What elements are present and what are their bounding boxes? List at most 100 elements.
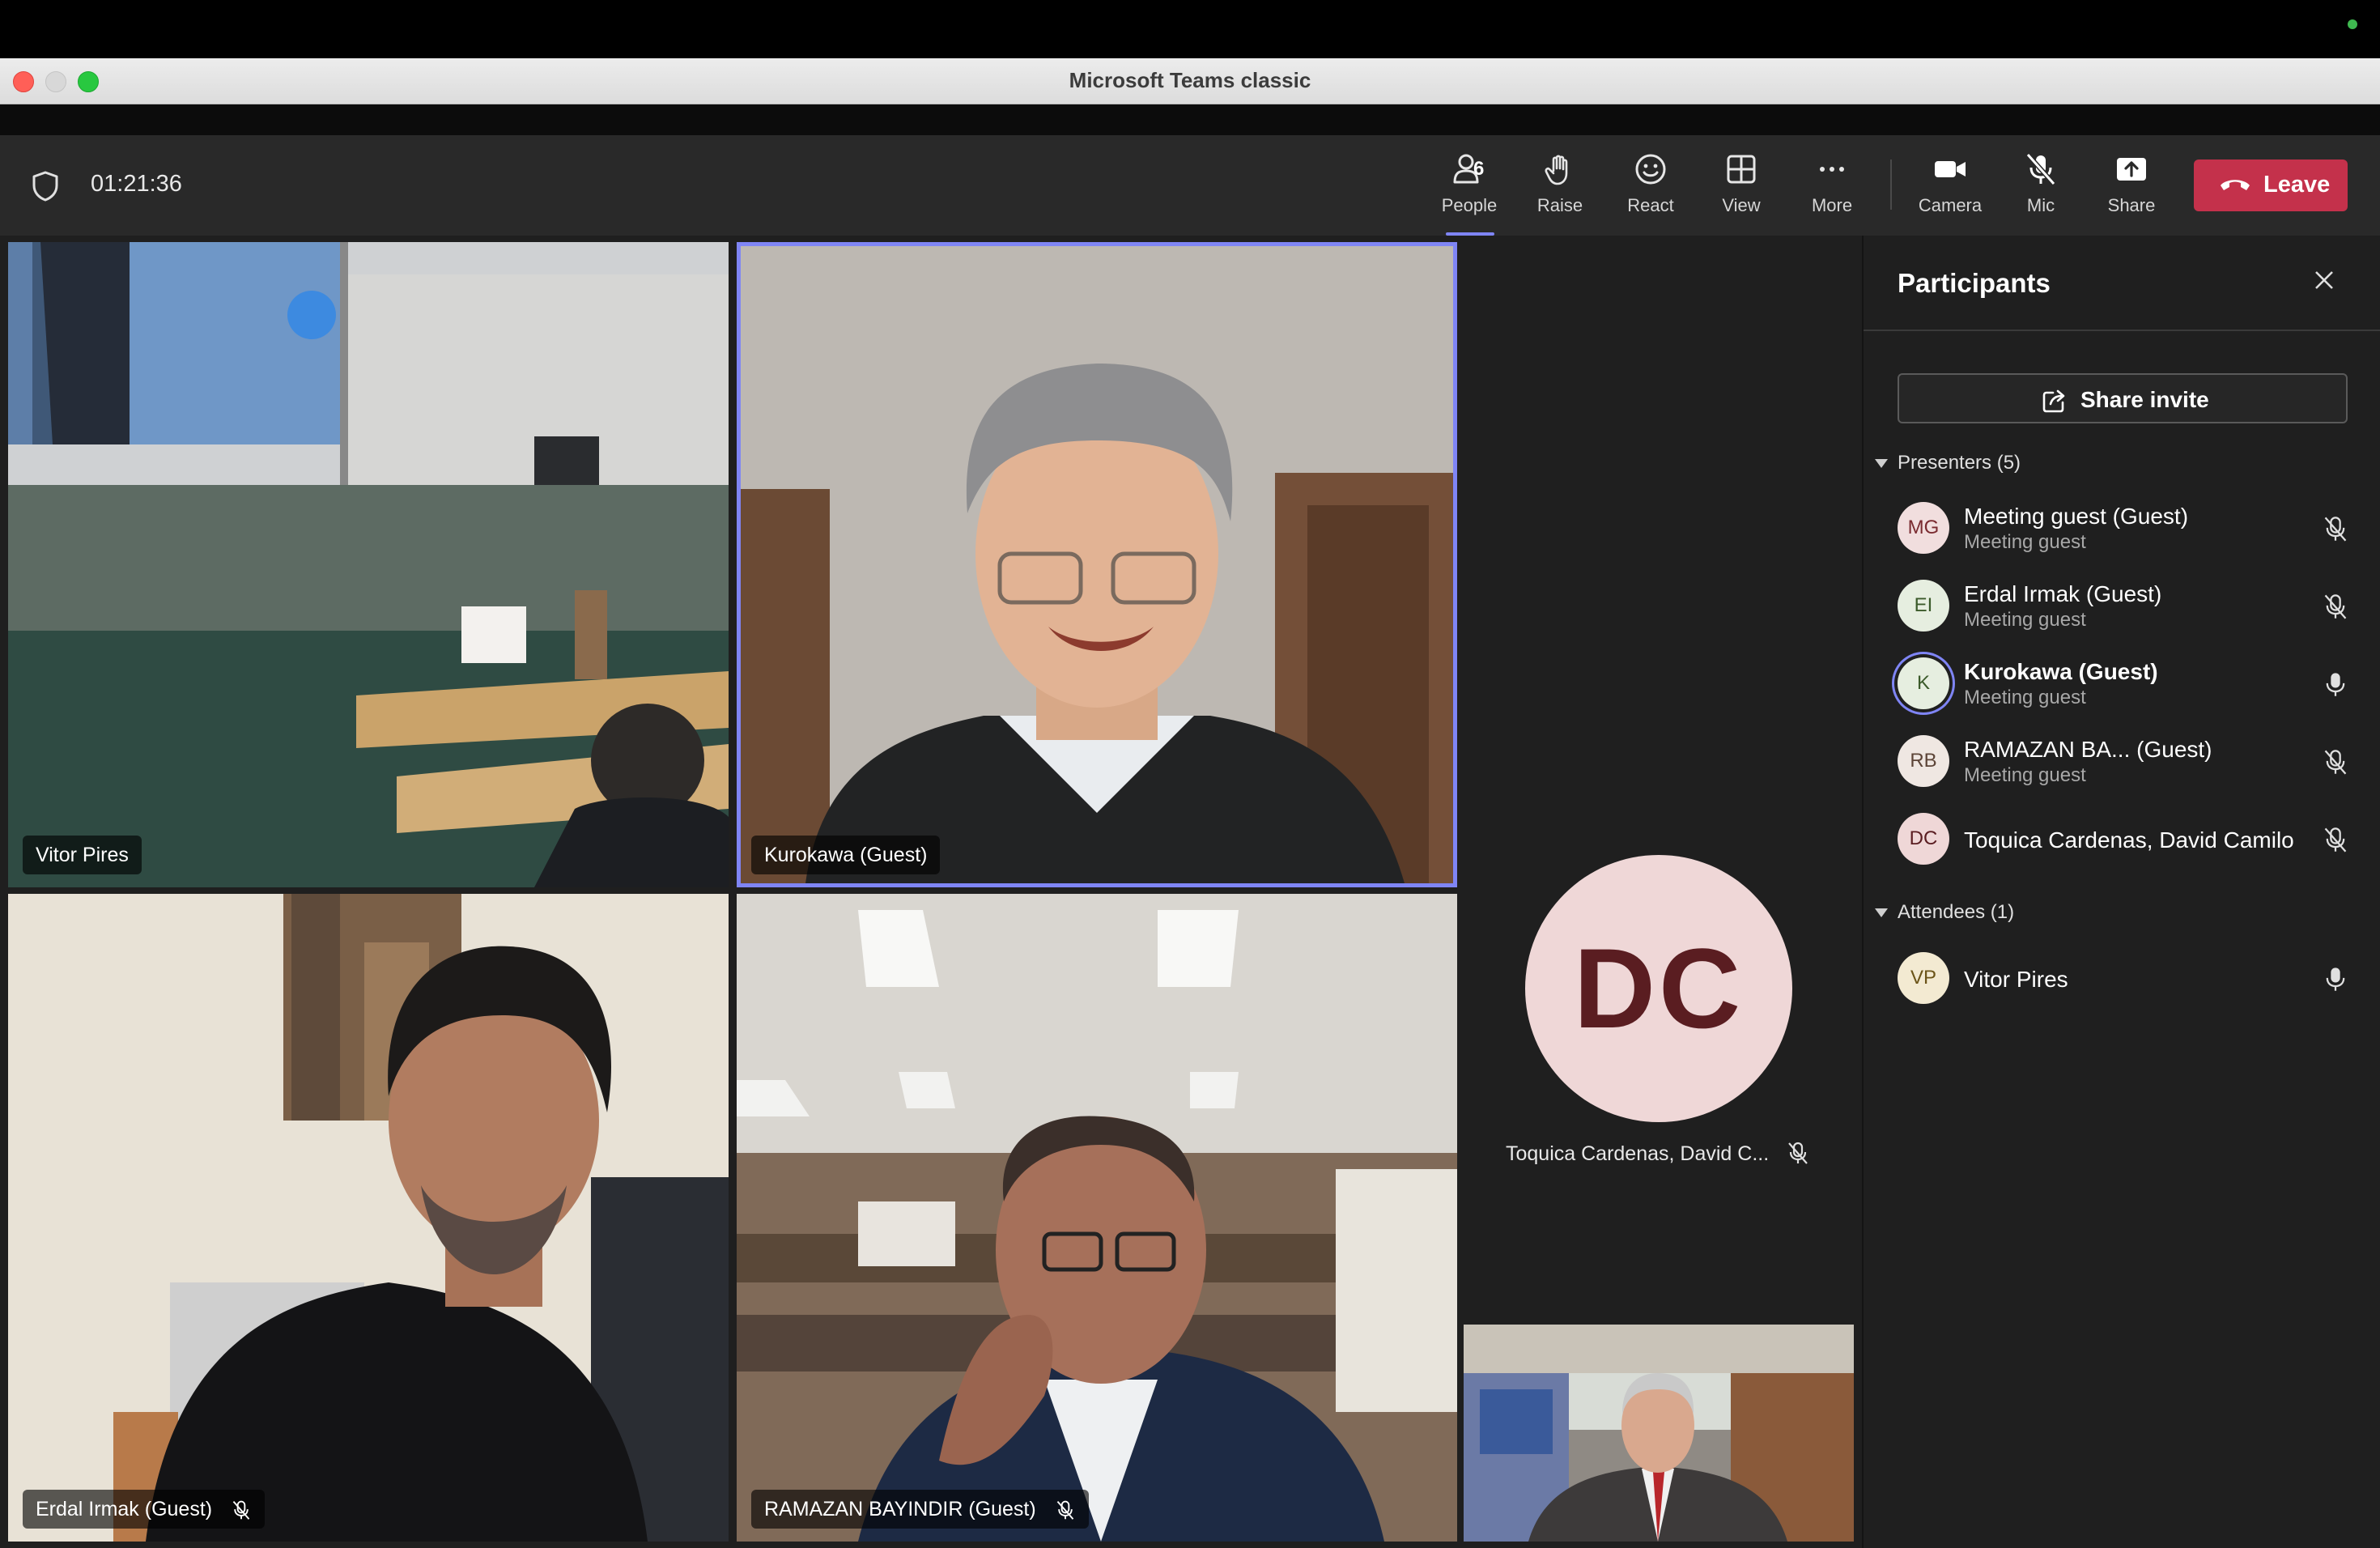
participant-name: Toquica Cardenas, David C... xyxy=(1506,1142,1770,1165)
participant-row-role: Meeting guest xyxy=(1964,609,2086,631)
participants-panel: Participants Share invite Presenters (5)… xyxy=(1862,236,2380,1548)
participant-name: RAMAZAN BAYINDIR (Guest) xyxy=(764,1498,1036,1520)
participant-row[interactable]: MG Meeting guest (Guest) Meeting guest xyxy=(1864,494,2380,567)
lecture-hall-video-frame xyxy=(737,894,1457,1542)
participant-mic-status xyxy=(2322,515,2349,546)
attendees-section-toggle[interactable]: Attendees (1) xyxy=(1875,901,2014,924)
avatar-dc-large[interactable]: DC xyxy=(1525,855,1792,1122)
share-external-icon xyxy=(2042,389,2065,413)
hand-icon xyxy=(1545,155,1568,185)
participant-row-name: Kurokawa (Guest) xyxy=(1964,659,2158,684)
participant-row[interactable]: DC Toquica Cardenas, David Camilo xyxy=(1864,805,2380,878)
video-tile-erdal[interactable]: Erdal Irmak (Guest) xyxy=(8,894,729,1542)
participant-row-name: Erdal Irmak (Guest) xyxy=(1964,581,2162,606)
mic-off-icon xyxy=(2025,153,2056,185)
avatar: EI xyxy=(1898,580,1949,632)
participant-nametag: RAMAZAN BAYINDIR (Guest) xyxy=(751,1490,1089,1529)
shield-icon[interactable] xyxy=(31,170,60,202)
participant-row-role: Meeting guest xyxy=(1964,531,2086,553)
mic-off-icon xyxy=(2324,750,2347,775)
raise-hand-button[interactable]: Raise xyxy=(1515,151,1604,224)
share-invite-label: Share invite xyxy=(2080,387,2209,412)
participant-row[interactable]: K Kurokawa (Guest) Meeting guest xyxy=(1864,649,2380,722)
presenters-section-toggle[interactable]: Presenters (5) xyxy=(1875,452,2021,474)
participant-mic-status xyxy=(2322,593,2349,624)
window-titlebar: Microsoft Teams classic xyxy=(0,58,2380,104)
people-button[interactable]: 6 People xyxy=(1425,151,1514,236)
mic-icon xyxy=(2326,968,2345,991)
participant-row-role: Meeting guest xyxy=(1964,764,2086,786)
participant-row-name: Vitor Pires xyxy=(1964,967,2068,992)
avatar: MG xyxy=(1898,502,1949,554)
panel-divider xyxy=(1864,330,2380,331)
video-tile-vitor[interactable]: Vitor Pires xyxy=(8,242,729,887)
video-tile-ramazan[interactable]: RAMAZAN BAYINDIR (Guest) xyxy=(737,894,1457,1542)
avatar: RB xyxy=(1898,735,1949,787)
participant-name: Erdal Irmak (Guest) xyxy=(36,1498,213,1520)
video-tile-kurokawa[interactable]: Kurokawa (Guest) xyxy=(737,242,1457,887)
meeting-timer: 01:21:36 xyxy=(91,171,182,197)
emoji-icon xyxy=(1635,154,1666,185)
mic-icon xyxy=(2326,673,2345,696)
phone-hangup-icon xyxy=(2221,180,2250,190)
people-count: 6 xyxy=(1473,158,1485,180)
participant-mic-status xyxy=(2322,670,2349,702)
share-invite-button[interactable]: Share invite xyxy=(1898,373,2348,423)
participant-mic-status xyxy=(2322,826,2349,857)
participant-row[interactable]: EI Erdal Irmak (Guest) Meeting guest xyxy=(1864,572,2380,644)
participant-mic-status xyxy=(2322,748,2349,780)
video-stage: Vitor Pires Kurokawa (Guest) DC Toquica … xyxy=(0,236,1864,1548)
more-button[interactable]: More xyxy=(1787,151,1876,224)
participant-nametag: Erdal Irmak (Guest) xyxy=(23,1490,266,1529)
more-label: More xyxy=(1811,195,1853,215)
close-icon[interactable] xyxy=(2312,268,2336,292)
participant-row-role: Meeting guest xyxy=(1964,687,2086,708)
system-menubar xyxy=(0,0,2380,58)
participant-row[interactable]: RB RAMAZAN BA... (Guest) Meeting guest xyxy=(1864,727,2380,800)
speaker-video-frame xyxy=(741,246,1453,883)
view-button[interactable]: View xyxy=(1697,151,1786,224)
raise-label: Raise xyxy=(1536,195,1583,215)
leave-button[interactable]: Leave xyxy=(2194,159,2348,211)
meeting-toolbar: 01:21:36 6 People Raise React View More … xyxy=(0,135,2380,236)
people-label: People xyxy=(1441,195,1498,215)
participant-row[interactable]: VP Vitor Pires xyxy=(1864,944,2380,1017)
participant-row-name: Meeting guest (Guest) xyxy=(1964,504,2189,529)
mic-off-icon xyxy=(2324,517,2347,542)
mic-button[interactable]: Mic xyxy=(1996,151,2085,224)
toolbar-separator xyxy=(1890,159,1892,210)
window-top-strip xyxy=(0,104,2380,135)
chevron-down-icon xyxy=(1875,908,1888,918)
grid-view-icon xyxy=(1727,155,1756,184)
mic-off-icon xyxy=(1788,1142,1808,1164)
react-label: React xyxy=(1627,195,1674,215)
self-video-preview[interactable] xyxy=(1464,1325,1854,1542)
participant-mic-status xyxy=(2322,965,2349,997)
participant-row-name: RAMAZAN BA... (Guest) xyxy=(1964,737,2212,762)
classroom-video-frame xyxy=(8,242,729,887)
attendees-label: Attendees (1) xyxy=(1898,901,2015,923)
react-button[interactable]: React xyxy=(1606,151,1695,224)
avatar: VP xyxy=(1898,952,1949,1004)
camera-button[interactable]: Camera xyxy=(1906,151,1995,224)
mic-off-icon xyxy=(1056,1501,1073,1520)
mic-label: Mic xyxy=(2026,195,2055,215)
participant-name: Kurokawa (Guest) xyxy=(764,844,928,866)
guest-video-frame xyxy=(8,894,729,1542)
leave-label: Leave xyxy=(2263,172,2331,198)
share-tray-icon xyxy=(2117,158,2146,181)
view-label: View xyxy=(1722,195,1761,215)
mic-off-icon xyxy=(2324,594,2347,619)
share-label: Share xyxy=(2107,195,2156,215)
mic-off-icon xyxy=(232,1501,250,1520)
camera-label: Camera xyxy=(1918,195,1983,215)
share-button[interactable]: Share xyxy=(2087,151,2176,224)
panel-title: Participants xyxy=(1898,268,2051,298)
avatar: K xyxy=(1898,657,1949,709)
chevron-down-icon xyxy=(1875,459,1888,469)
avatar: DC xyxy=(1898,813,1949,865)
mic-off-icon xyxy=(2324,827,2347,853)
participant-name: Vitor Pires xyxy=(36,844,129,866)
window-title: Microsoft Teams classic xyxy=(1069,68,1311,92)
camera-icon xyxy=(1935,161,1966,177)
